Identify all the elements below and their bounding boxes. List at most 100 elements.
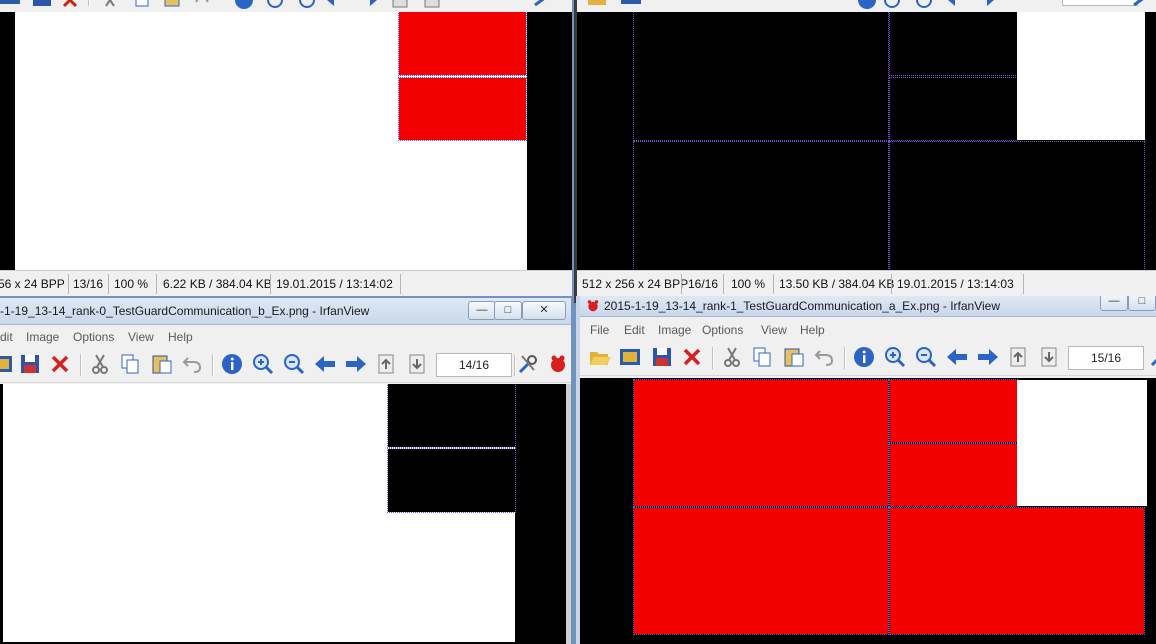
- zoom-out-icon[interactable]: [296, 0, 320, 10]
- window-title: 2015-1-19_13-14_rank-1_TestGuardCommunic…: [604, 299, 1001, 313]
- window-bottom-right[interactable]: 2015-1-19_13-14_rank-1_TestGuardCommunic…: [576, 296, 1156, 644]
- settings-icon[interactable]: [1129, 0, 1153, 10]
- status-filesize: 13.50 KB / 384.04 KB: [779, 277, 895, 291]
- menu-edit[interactable]: Edit: [624, 323, 645, 337]
- previous-icon[interactable]: [324, 0, 348, 10]
- settings-icon[interactable]: [516, 352, 540, 376]
- image-black-block-bottom-left: [633, 141, 889, 270]
- folder-open-icon[interactable]: [585, 0, 609, 10]
- image-black-block-small-top: [889, 12, 1018, 76]
- first-page-icon[interactable]: [375, 352, 399, 376]
- delete-icon[interactable]: [48, 352, 72, 376]
- image-black-block-top: [387, 384, 516, 448]
- window-top-left[interactable]: 56 x 24 BPP 13/16 100 % 6.22 KB / 384.04…: [0, 0, 572, 296]
- statusbar: 56 x 24 BPP 13/16 100 % 6.22 KB / 384.04…: [0, 270, 572, 296]
- save-icon[interactable]: [650, 345, 674, 369]
- status-datetime: 19.01.2015 / 13:14:02: [276, 277, 393, 291]
- previous-icon[interactable]: [313, 352, 337, 376]
- menu-file[interactable]: File: [590, 323, 609, 337]
- info-icon[interactable]: [232, 0, 256, 10]
- menubar: File Edit Image Options View Help: [580, 320, 1156, 340]
- slideshow-icon[interactable]: [618, 345, 642, 369]
- save-icon[interactable]: [30, 0, 54, 10]
- toolbar: 14/16: [0, 348, 571, 383]
- paste-icon[interactable]: [150, 352, 174, 376]
- next-icon[interactable]: [344, 352, 368, 376]
- info-icon[interactable]: [220, 352, 244, 376]
- page-number-field[interactable]: 14/16: [436, 353, 512, 377]
- paste-icon[interactable]: [160, 0, 184, 10]
- zoom-out-icon[interactable]: [913, 0, 937, 10]
- zoom-in-icon[interactable]: [883, 345, 907, 369]
- page-number-field[interactable]: 15/16: [1068, 346, 1144, 370]
- irfanview-logo-icon: [551, 355, 565, 372]
- last-page-icon[interactable]: [1038, 345, 1062, 369]
- first-page-icon[interactable]: [1007, 345, 1031, 369]
- maximize-button[interactable]: □: [1128, 296, 1156, 311]
- undo-icon[interactable]: [180, 352, 204, 376]
- status-page: 16/16: [688, 277, 719, 291]
- titlebar: -1-19_13-14_rank-0_TestGuardCommunicatio…: [0, 298, 571, 325]
- next-icon[interactable]: [973, 0, 997, 10]
- save-icon[interactable]: [18, 352, 42, 376]
- menu-help[interactable]: Help: [168, 330, 193, 344]
- zoom-in-icon[interactable]: [264, 0, 288, 10]
- toolbar: 15/16: [580, 341, 1156, 376]
- last-page-icon[interactable]: [406, 352, 430, 376]
- previous-icon[interactable]: [945, 0, 969, 10]
- cut-icon[interactable]: [88, 352, 112, 376]
- menu-options[interactable]: Options: [73, 330, 114, 344]
- menu-edit[interactable]: dit: [0, 330, 13, 344]
- delete-icon[interactable]: [58, 0, 82, 10]
- cut-icon[interactable]: [720, 345, 744, 369]
- next-icon[interactable]: [356, 0, 380, 10]
- image-canvas: [580, 378, 1156, 644]
- minimize-button[interactable]: —: [468, 301, 496, 320]
- menu-options[interactable]: Options: [702, 323, 743, 337]
- settings-icon[interactable]: [1148, 345, 1156, 369]
- settings-icon[interactable]: [530, 0, 554, 10]
- menu-view[interactable]: View: [128, 330, 154, 344]
- paste-icon[interactable]: [782, 345, 806, 369]
- slideshow-icon[interactable]: [0, 352, 14, 376]
- copy-icon[interactable]: [750, 345, 774, 369]
- last-page-icon[interactable]: [420, 0, 444, 10]
- status-datetime: 19.01.2015 / 13:14:03: [897, 277, 1014, 291]
- status-dimensions: 56 x 24 BPP: [0, 277, 65, 291]
- undo-icon[interactable]: [190, 0, 214, 10]
- slideshow-icon[interactable]: [619, 0, 643, 10]
- status-dimensions: 512 x 256 x 24 BPP: [582, 277, 689, 291]
- info-icon[interactable]: [855, 0, 879, 10]
- zoom-in-icon[interactable]: [251, 352, 275, 376]
- window-top-right[interactable]: 512 x 256 x 24 BPP 16/16 100 % 13.50 KB …: [574, 0, 1156, 303]
- image-black-block-large: [633, 12, 889, 141]
- zoom-in-icon[interactable]: [881, 0, 905, 10]
- menu-image[interactable]: Image: [658, 323, 691, 337]
- delete-icon[interactable]: [680, 345, 704, 369]
- first-page-icon[interactable]: [388, 0, 412, 10]
- folder-open-icon[interactable]: [588, 345, 612, 369]
- irfanview-logo-icon: [587, 300, 599, 312]
- zoom-out-icon[interactable]: [914, 345, 938, 369]
- maximize-button[interactable]: □: [494, 301, 522, 320]
- window-bottom-left[interactable]: -1-19_13-14_rank-0_TestGuardCommunicatio…: [0, 298, 571, 644]
- undo-icon[interactable]: [812, 345, 836, 369]
- previous-icon[interactable]: [945, 345, 969, 369]
- info-icon[interactable]: [852, 345, 876, 369]
- vertical-scrollbar[interactable]: [566, 384, 571, 644]
- menu-view[interactable]: View: [761, 323, 787, 337]
- image-red-block-bottom-left: [633, 507, 889, 635]
- page-number-field[interactable]: [1062, 0, 1138, 6]
- minimize-button[interactable]: —: [1100, 296, 1128, 311]
- menu-image[interactable]: Image: [26, 330, 59, 344]
- cut-icon[interactable]: [98, 0, 122, 10]
- next-icon[interactable]: [976, 345, 1000, 369]
- close-button[interactable]: ✕: [522, 301, 566, 320]
- image-canvas: [0, 384, 571, 644]
- slideshow-icon[interactable]: [0, 0, 22, 10]
- copy-icon[interactable]: [130, 0, 154, 10]
- menu-help[interactable]: Help: [800, 323, 825, 337]
- copy-icon[interactable]: [118, 352, 142, 376]
- status-zoom: 100 %: [731, 277, 766, 291]
- zoom-out-icon[interactable]: [282, 352, 306, 376]
